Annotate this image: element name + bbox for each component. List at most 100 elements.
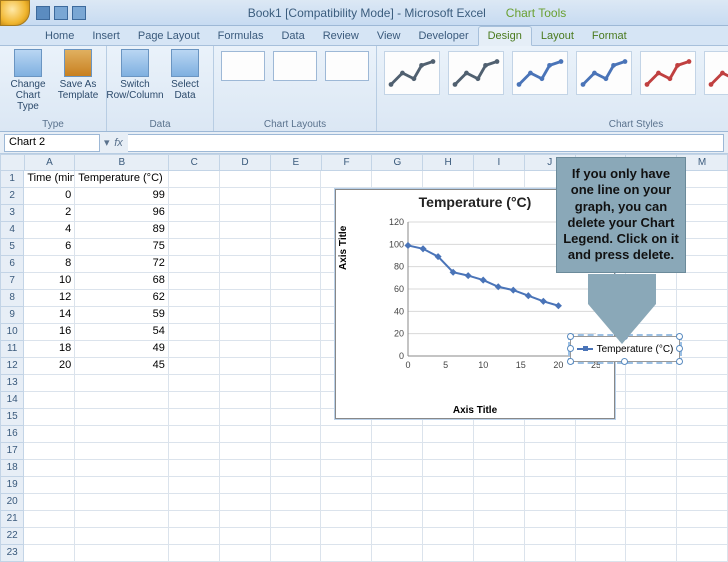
cell[interactable]	[576, 460, 627, 477]
cell[interactable]	[24, 392, 75, 409]
cell[interactable]	[169, 205, 220, 222]
cell[interactable]: 12	[24, 290, 75, 307]
column-header[interactable]: E	[271, 154, 322, 171]
cell[interactable]	[423, 494, 474, 511]
cell[interactable]	[321, 171, 372, 188]
tab-insert[interactable]: Insert	[83, 27, 129, 45]
cell[interactable]	[321, 511, 372, 528]
cell[interactable]	[525, 426, 576, 443]
tab-page-layout[interactable]: Page Layout	[129, 27, 209, 45]
cell[interactable]	[321, 477, 372, 494]
cell[interactable]	[423, 460, 474, 477]
cell[interactable]	[372, 477, 423, 494]
cell[interactable]	[24, 477, 75, 494]
cell[interactable]	[321, 460, 372, 477]
tab-review[interactable]: Review	[314, 27, 368, 45]
tab-view[interactable]: View	[368, 27, 410, 45]
cell[interactable]	[677, 341, 728, 358]
cell[interactable]	[169, 426, 220, 443]
cell[interactable]	[372, 460, 423, 477]
column-header[interactable]: I	[474, 154, 525, 171]
row-header[interactable]: 10	[0, 324, 24, 341]
formula-input[interactable]	[128, 134, 724, 152]
chart-style-option[interactable]	[576, 51, 632, 95]
cell[interactable]	[75, 460, 169, 477]
cell[interactable]	[75, 426, 169, 443]
cell[interactable]	[677, 324, 728, 341]
cell[interactable]: 6	[24, 239, 75, 256]
row-header[interactable]: 17	[0, 443, 24, 460]
cell[interactable]	[423, 511, 474, 528]
cell[interactable]	[220, 324, 271, 341]
office-button[interactable]	[0, 0, 30, 26]
change-chart-type-button[interactable]: Change Chart Type	[5, 49, 51, 112]
cell[interactable]	[24, 494, 75, 511]
cell[interactable]	[220, 409, 271, 426]
cell[interactable]	[626, 494, 677, 511]
cell[interactable]	[626, 409, 677, 426]
row-header[interactable]: 13	[0, 375, 24, 392]
cell[interactable]	[75, 477, 169, 494]
cell[interactable]	[24, 443, 75, 460]
cell[interactable]	[271, 358, 322, 375]
cell[interactable]	[271, 256, 322, 273]
cell[interactable]: 72	[75, 256, 169, 273]
cell[interactable]	[271, 477, 322, 494]
cell[interactable]	[423, 443, 474, 460]
cell[interactable]	[321, 443, 372, 460]
row-header[interactable]: 5	[0, 239, 24, 256]
save-icon[interactable]	[36, 6, 50, 20]
row-header[interactable]: 20	[0, 494, 24, 511]
cell[interactable]	[677, 528, 728, 545]
cell[interactable]	[474, 443, 525, 460]
cell[interactable]	[169, 222, 220, 239]
cell[interactable]: 89	[75, 222, 169, 239]
column-header[interactable]: B	[75, 154, 169, 171]
cell[interactable]	[220, 426, 271, 443]
cell[interactable]	[271, 494, 322, 511]
cell[interactable]	[169, 375, 220, 392]
select-data-button[interactable]: Select Data	[162, 49, 208, 101]
cell[interactable]: 0	[24, 188, 75, 205]
cell[interactable]	[423, 171, 474, 188]
column-header[interactable]: C	[169, 154, 220, 171]
cell[interactable]	[271, 392, 322, 409]
cell[interactable]	[677, 477, 728, 494]
cell[interactable]	[626, 477, 677, 494]
row-header[interactable]: 8	[0, 290, 24, 307]
cell[interactable]	[271, 443, 322, 460]
cell[interactable]	[677, 545, 728, 562]
cell[interactable]	[271, 545, 322, 562]
column-header[interactable]: D	[220, 154, 271, 171]
x-axis-title[interactable]: Axis Title	[336, 405, 614, 416]
cell[interactable]	[271, 341, 322, 358]
cell[interactable]	[474, 171, 525, 188]
cell[interactable]	[677, 392, 728, 409]
cell[interactable]: 62	[75, 290, 169, 307]
row-header[interactable]: 19	[0, 477, 24, 494]
cell[interactable]	[626, 511, 677, 528]
tab-format[interactable]: Format	[583, 27, 636, 45]
cell[interactable]	[75, 511, 169, 528]
cell[interactable]	[525, 511, 576, 528]
cell[interactable]: 16	[24, 324, 75, 341]
cell[interactable]	[474, 494, 525, 511]
cell[interactable]	[169, 460, 220, 477]
row-header[interactable]: 4	[0, 222, 24, 239]
tab-home[interactable]: Home	[36, 27, 83, 45]
cell[interactable]	[525, 528, 576, 545]
cell[interactable]	[220, 443, 271, 460]
cell[interactable]	[271, 511, 322, 528]
cell[interactable]	[576, 426, 627, 443]
cell[interactable]	[220, 290, 271, 307]
cell[interactable]	[271, 273, 322, 290]
cell[interactable]	[75, 494, 169, 511]
cell[interactable]	[220, 358, 271, 375]
cell[interactable]	[525, 460, 576, 477]
cell[interactable]	[474, 528, 525, 545]
cell[interactable]	[169, 307, 220, 324]
cell[interactable]	[169, 409, 220, 426]
cell[interactable]	[24, 528, 75, 545]
cell[interactable]	[271, 171, 322, 188]
row-header[interactable]: 12	[0, 358, 24, 375]
